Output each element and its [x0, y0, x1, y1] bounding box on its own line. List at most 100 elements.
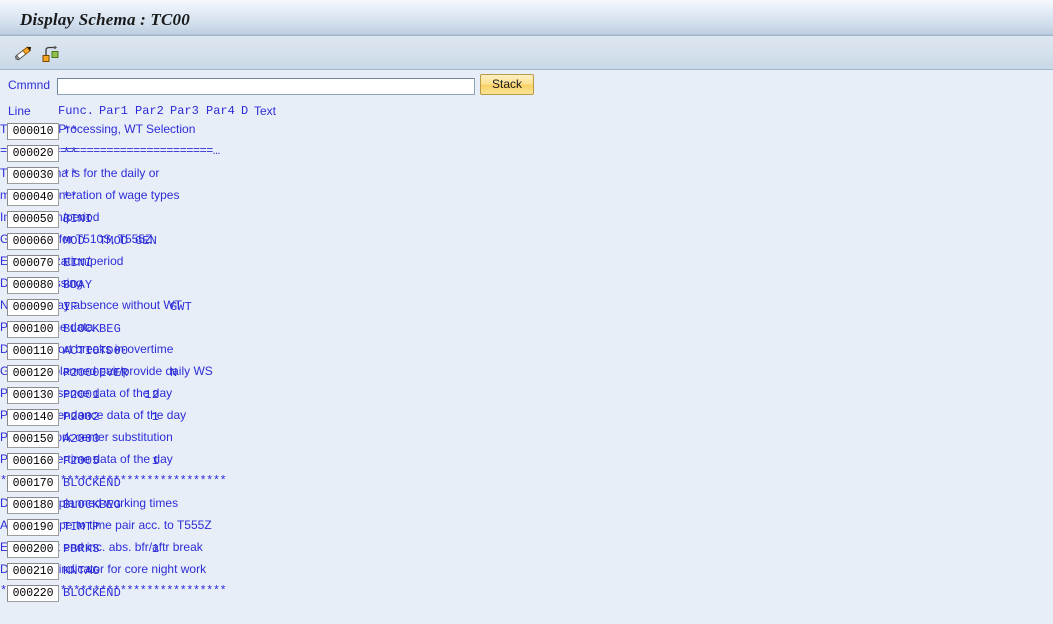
table-row[interactable]: 000160 P2005 1 Provide overtime data of the…	[0, 452, 1053, 474]
line-number-field[interactable]: 000160	[7, 453, 59, 470]
table-row[interactable]: 000070 EINI End initialization/period	[0, 254, 1053, 276]
command-input[interactable]	[57, 78, 475, 95]
column-header-par4: Par4	[206, 104, 235, 118]
edit-schema-icon[interactable]	[10, 40, 36, 66]
table-row[interactable]: 000050 BINIInitialization/period	[0, 210, 1053, 232]
table-row[interactable]: 000210 KNTAG Determine indicator for core …	[0, 562, 1053, 584]
stack-button[interactable]: Stack	[480, 74, 534, 95]
line-number-field[interactable]: 000070	[7, 255, 59, 272]
table-row[interactable]: 000200 PBRKS 1 Eval. break end inc. abs. bf…	[0, 540, 1053, 562]
line-number-field[interactable]: 000180	[7, 497, 59, 514]
table-row[interactable]: 000010 ** Time Data Processing, WT Selecti…	[0, 122, 1053, 144]
line-number-field[interactable]: 000010	[7, 123, 59, 140]
line-number-field[interactable]: 000060	[7, 233, 59, 250]
table-row[interactable]: 000100 BLOCKBEG Provide time data	[0, 320, 1053, 342]
cell-text: Time Data Processing, WT Selection	[0, 122, 196, 136]
table-row[interactable]: 000130 P2001 12 Provide absence data of the…	[0, 386, 1053, 408]
line-number-field[interactable]: 000090	[7, 299, 59, 316]
table-row[interactable]: 000150 A2003 Process work center substitut…	[0, 430, 1053, 452]
cell-text: **********************************	[0, 584, 227, 598]
cell-text: Not if full-day absence without WT	[0, 298, 183, 312]
line-number-field[interactable]: 000110	[7, 343, 59, 360]
line-number-field[interactable]: 000100	[7, 321, 59, 338]
line-number-field[interactable]: 000210	[7, 563, 59, 580]
column-header-par2: Par2	[135, 104, 164, 118]
cell-func: **	[63, 146, 78, 160]
table-row[interactable]: 000120 P2000 EVER N Generate planned pair/pr…	[0, 364, 1053, 386]
cell-func: P2002	[63, 410, 100, 424]
line-number-field[interactable]: 000190	[7, 519, 59, 536]
cell-func: BLOCK	[63, 586, 100, 600]
cell-func: PBRKS	[63, 542, 100, 556]
schema-table: Line Func. Par1 Par2 Par3 Par4 D Text 00…	[0, 104, 1053, 606]
sap-schema-screen: Display Schema : TC00 © ww	[0, 0, 1053, 624]
cell-par1: END	[99, 586, 121, 600]
line-number-field[interactable]: 000150	[7, 431, 59, 448]
cell-func: P2000	[63, 366, 100, 380]
table-row[interactable]: 000090 IF GWT Not if full-day absence witho…	[0, 298, 1053, 320]
column-header-text: Text	[254, 104, 277, 118]
cell-par1: TD00	[99, 344, 129, 358]
cell-par2: 1	[151, 542, 159, 556]
cell-text: Initialization/period	[0, 210, 1053, 224]
cell-text: Day processing	[0, 276, 1053, 290]
table-row[interactable]: 000080 BDAYDay processing	[0, 276, 1053, 298]
cell-text: Assign TType to time pair acc. to T555Z	[0, 518, 212, 532]
cell-text: ================================…	[0, 144, 220, 158]
line-number-field[interactable]: 000040	[7, 189, 59, 206]
application-toolbar: © www.tutorialkart.com	[0, 36, 1053, 100]
cell-func: P2001	[63, 388, 100, 402]
cell-text: End initialization/period	[0, 254, 124, 268]
table-row[interactable]: 000140 P2002 1 Provide attendance data of t…	[0, 408, 1053, 430]
cell-par1: BEG	[99, 498, 121, 512]
cell-func: BINI	[63, 212, 93, 226]
cell-func: EINI	[63, 256, 93, 270]
cell-func: MOD	[63, 234, 85, 248]
line-number-field[interactable]: 000050	[7, 211, 59, 228]
cell-par2: 12	[144, 388, 159, 402]
cell-text: Groupings for T510S, T555Z	[0, 232, 153, 246]
cell-par2: 1	[151, 410, 159, 424]
page-title: Display Schema : TC00	[20, 10, 190, 29]
table-row[interactable]: 000190 TIMTP Assign TType to time pair acc…	[0, 518, 1053, 540]
cell-func: **	[63, 190, 78, 204]
cell-func: TIMTP	[63, 520, 100, 534]
cell-text: Determine indicator for core night work	[0, 562, 207, 576]
line-number-field[interactable]: 000140	[7, 409, 59, 426]
line-number-field[interactable]: 000080	[7, 277, 59, 294]
cell-func: A2003	[63, 432, 100, 446]
table-row[interactable]: 000110 ACTIO TD00 Do not import breaks in o…	[0, 342, 1053, 364]
line-number-field[interactable]: 000220	[7, 585, 59, 602]
cell-text: This schema is for the daily or	[0, 166, 160, 180]
cell-text: Generate planned pair/provide daily WS	[0, 364, 213, 378]
cell-text: Do not import breaks in overtime	[0, 342, 174, 356]
cell-func: **	[63, 124, 78, 138]
column-header-par1: Par1	[99, 104, 128, 118]
line-number-field[interactable]: 000020	[7, 145, 59, 162]
cell-text: Process work center substitution	[0, 430, 173, 444]
table-row[interactable]: 000030 ** This schema is for the daily or	[0, 166, 1053, 188]
table-row[interactable]: 000180 BLOCK BEG Determine planned working …	[0, 496, 1053, 518]
table-row[interactable]: 000060 MOD TMOD GEN Groupings for T510S, T55…	[0, 232, 1053, 254]
table-row[interactable]: 000220 BLOCK END **************************…	[0, 584, 1053, 606]
schema-structure-icon[interactable]	[38, 40, 64, 66]
cell-func: ACTIO	[63, 344, 100, 358]
table-row[interactable]: 000020 ** ================================…	[0, 144, 1053, 166]
column-header-func: Func.	[58, 104, 95, 118]
cell-par1: EVER	[99, 366, 129, 380]
line-number-field[interactable]: 000120	[7, 365, 59, 382]
line-number-field[interactable]: 000030	[7, 167, 59, 184]
command-field-label: Cmmnd	[8, 78, 51, 92]
cell-text: **********************************	[0, 474, 227, 488]
table-row[interactable]: 000170 BLOCK END **************************…	[0, 474, 1053, 496]
line-number-field[interactable]: 000200	[7, 541, 59, 558]
cell-func: BLOCK	[63, 322, 100, 336]
table-row[interactable]: 000040 ** monthly generation of wage types	[0, 188, 1053, 210]
line-number-field[interactable]: 000170	[7, 475, 59, 492]
column-header-par3: Par3	[170, 104, 199, 118]
cell-par3: N	[170, 366, 178, 380]
line-number-field[interactable]: 000130	[7, 387, 59, 404]
cell-func: BLOCK	[63, 476, 100, 490]
cell-func: IF	[63, 300, 78, 314]
schema-rows: 000010 ** Time Data Processing, WT Selecti…	[0, 122, 1053, 606]
